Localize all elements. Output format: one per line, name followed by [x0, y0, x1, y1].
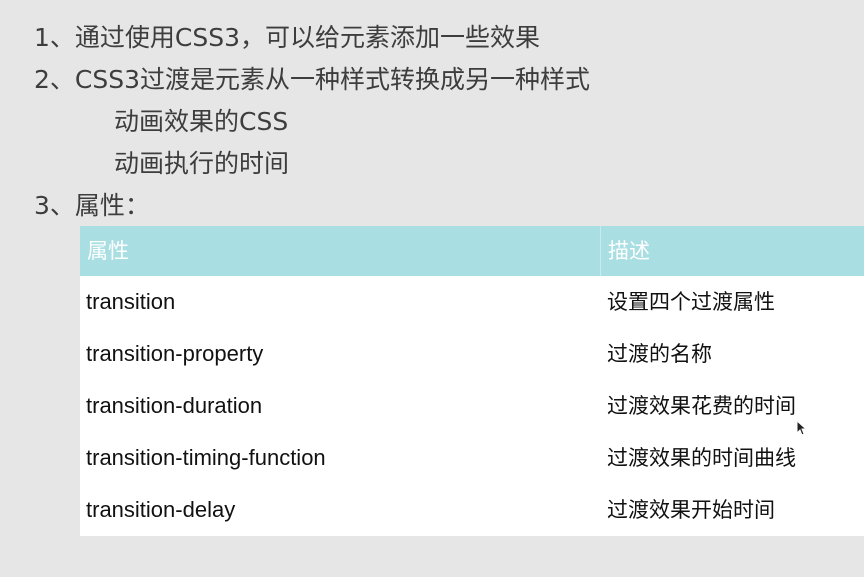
table-cell-description: 过渡效果的时间曲线	[607, 446, 796, 470]
table-cell-description: 过渡效果花费的时间	[607, 394, 796, 418]
table-row: transition-property 过渡的名称	[80, 328, 864, 380]
table-cell-property: transition-delay	[86, 497, 236, 522]
table-row: transition 设置四个过渡属性	[80, 276, 864, 328]
table-row: transition-duration 过渡效果花费的时间	[80, 380, 864, 432]
table-header-row: 属性 描述	[80, 226, 864, 276]
table-cell-description: 过渡的名称	[607, 342, 712, 366]
table-cell-property: transition-timing-function	[86, 445, 326, 470]
table-cell-property: transition	[86, 289, 176, 314]
table-row: transition-timing-function 过渡效果的时间曲线	[80, 432, 864, 484]
table-header-description: 描述	[608, 239, 650, 263]
sub-item-css: 动画效果的CSS	[114, 107, 289, 136]
table-cell-description: 设置四个过渡属性	[607, 290, 775, 314]
table-header-property: 属性	[80, 226, 601, 276]
mouse-pointer-icon	[796, 420, 806, 436]
intro-line-2: 2、CSS3过渡是元素从一种样式转换成另一种样式	[34, 65, 591, 94]
intro-line-1: 1、通过使用CSS3，可以给元素添加一些效果	[34, 23, 541, 52]
table-cell-description: 过渡效果开始时间	[607, 498, 775, 522]
properties-table: 属性 描述 transition 设置四个过渡属性 transition-pro…	[80, 226, 864, 536]
table-row: transition-delay 过渡效果开始时间	[80, 484, 864, 536]
sub-item-time: 动画执行的时间	[114, 149, 290, 178]
table-cell-property: transition-property	[86, 341, 264, 366]
properties-heading: 3、属性：	[34, 191, 150, 220]
table-cell-property: transition-duration	[86, 393, 263, 418]
